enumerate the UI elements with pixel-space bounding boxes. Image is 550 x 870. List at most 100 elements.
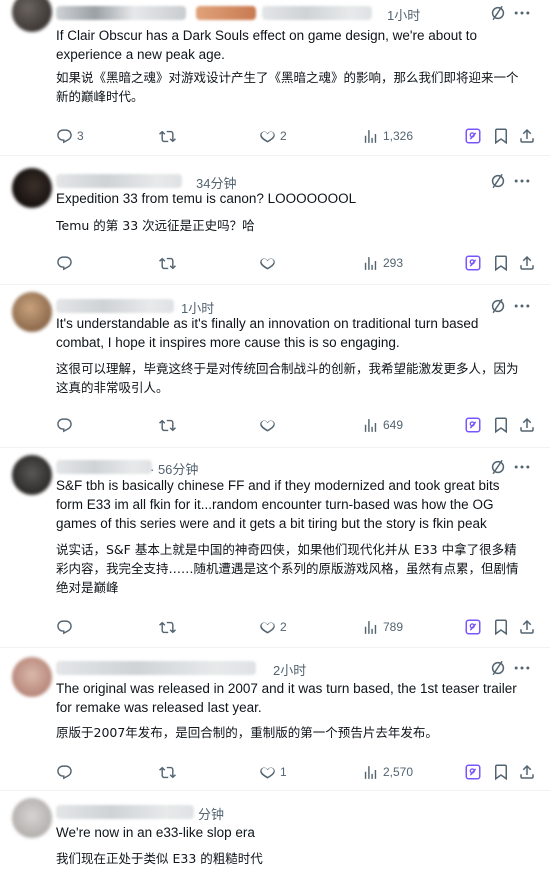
post-time[interactable]: 分钟 xyxy=(198,804,224,823)
post-text: S&F tbh is basically chinese FF and if t… xyxy=(56,478,500,531)
view-count: 789 xyxy=(383,620,404,634)
avatar[interactable] xyxy=(12,292,52,332)
share-icon[interactable] xyxy=(518,763,536,781)
like-icon xyxy=(259,619,276,636)
bookmark-icon[interactable] xyxy=(492,127,510,145)
share-icon[interactable] xyxy=(518,127,536,145)
retweet-icon xyxy=(159,764,176,781)
post-text: Expedition 33 from temu is canon? LOOOOO… xyxy=(56,191,357,206)
views-button[interactable]: 2,570 xyxy=(362,761,413,783)
translated-text: 原版于2007年发布，是回合制的，重制版的第一个预告片去年发布。 xyxy=(56,725,438,740)
bookmark-icon[interactable] xyxy=(492,254,510,272)
grok-icon[interactable] xyxy=(488,658,508,678)
retweet-icon xyxy=(159,128,176,145)
share-icon[interactable] xyxy=(518,618,536,636)
post-time[interactable]: 1小时 xyxy=(387,5,420,24)
reply-button[interactable] xyxy=(56,414,77,436)
reply-post[interactable]: 1小时 It's understandable as it's finally … xyxy=(0,286,550,448)
reply-button[interactable] xyxy=(56,252,77,274)
share-icon[interactable] xyxy=(518,254,536,272)
views-icon xyxy=(362,764,379,781)
reply-post[interactable]: 2小时 The original was released in 2007 an… xyxy=(0,649,550,791)
like-icon xyxy=(259,255,276,272)
grok-icon[interactable] xyxy=(488,296,508,316)
reply-button[interactable]: 3 xyxy=(56,125,84,147)
post-text: We're now in an e33-like slop era xyxy=(56,825,255,840)
author-name[interactable] xyxy=(56,299,174,313)
avatar[interactable] xyxy=(12,168,52,208)
like-button[interactable] xyxy=(259,414,280,436)
reply-button[interactable] xyxy=(56,616,77,638)
retweet-icon xyxy=(159,417,176,434)
like-icon xyxy=(259,128,276,145)
views-icon xyxy=(362,417,379,434)
grok-explain-icon[interactable] xyxy=(464,127,482,145)
more-options-icon[interactable] xyxy=(512,457,532,477)
post-text: If Clair Obscur has a Dark Souls effect … xyxy=(56,28,478,62)
reply-count: 3 xyxy=(77,129,84,143)
avatar[interactable] xyxy=(12,455,52,495)
post-time[interactable]: 2小时 xyxy=(273,660,306,679)
retweet-button[interactable] xyxy=(159,414,180,436)
reply-icon xyxy=(56,255,73,272)
share-icon[interactable] xyxy=(518,416,536,434)
reply-icon xyxy=(56,619,73,636)
author-name[interactable] xyxy=(56,174,182,188)
bookmark-icon[interactable] xyxy=(492,416,510,434)
view-count: 649 xyxy=(383,418,404,432)
like-button[interactable]: 1 xyxy=(259,761,287,783)
retweet-button[interactable] xyxy=(159,761,180,783)
author-name[interactable] xyxy=(56,6,186,20)
grok-icon[interactable] xyxy=(488,171,508,191)
grok-icon[interactable] xyxy=(488,3,508,23)
retweet-button[interactable] xyxy=(159,125,180,147)
more-options-icon[interactable] xyxy=(512,658,532,678)
post-header: 2小时 xyxy=(56,655,538,681)
author-name[interactable] xyxy=(56,805,194,819)
retweet-button[interactable] xyxy=(159,616,180,638)
more-options-icon[interactable] xyxy=(512,296,532,316)
views-button[interactable]: 789 xyxy=(362,616,403,638)
grok-explain-icon[interactable] xyxy=(464,416,482,434)
author-handle-extra xyxy=(262,6,372,20)
reply-post[interactable]: 34分钟 Expedition 33 from temu is canon? L… xyxy=(0,157,550,285)
like-button[interactable]: 2 xyxy=(259,125,287,147)
more-options-icon[interactable] xyxy=(512,3,532,23)
reply-icon xyxy=(56,128,73,145)
action-bar: 1 2,570 xyxy=(56,761,544,783)
action-bar: 649 xyxy=(56,414,544,436)
like-button[interactable] xyxy=(259,252,280,274)
reply-post[interactable]: 分钟 We're now in an e33-like slop era 我们现… xyxy=(0,792,550,870)
bookmark-icon[interactable] xyxy=(492,618,510,636)
view-count: 1,326 xyxy=(383,129,414,143)
like-button[interactable]: 2 xyxy=(259,616,287,638)
views-button[interactable]: 293 xyxy=(362,252,403,274)
avatar[interactable] xyxy=(12,798,52,838)
retweet-icon xyxy=(159,255,176,272)
reply-post[interactable]: · 56分钟 S&F tbh is basically chinese FF a… xyxy=(0,449,550,648)
post-header: 1小时 xyxy=(56,0,538,26)
views-button[interactable]: 649 xyxy=(362,414,403,436)
grok-explain-icon[interactable] xyxy=(464,618,482,636)
reply-post[interactable]: 1小时 If Clair Obscur has a Dark Souls eff… xyxy=(0,0,550,156)
like-icon xyxy=(259,417,276,434)
retweet-icon xyxy=(159,619,176,636)
avatar[interactable] xyxy=(12,657,52,697)
grok-explain-icon[interactable] xyxy=(464,763,482,781)
avatar[interactable] xyxy=(12,0,52,32)
translated-text: Temu 的第 33 次远征是正史吗？哈 xyxy=(56,218,255,233)
views-icon xyxy=(362,128,379,145)
retweet-button[interactable] xyxy=(159,252,180,274)
reply-button[interactable] xyxy=(56,761,77,783)
more-options-icon[interactable] xyxy=(512,171,532,191)
like-count: 1 xyxy=(280,765,287,779)
author-handle[interactable] xyxy=(196,6,256,20)
author-name[interactable] xyxy=(56,661,256,675)
grok-icon[interactable] xyxy=(488,457,508,477)
views-button[interactable]: 1,326 xyxy=(362,125,413,147)
translated-text: 我们现在正处于类似 E33 的粗糙时代 xyxy=(56,851,263,866)
author-name[interactable] xyxy=(56,460,152,474)
bookmark-icon[interactable] xyxy=(492,763,510,781)
grok-explain-icon[interactable] xyxy=(464,254,482,272)
post-text: It's understandable as it's finally an i… xyxy=(56,316,479,350)
